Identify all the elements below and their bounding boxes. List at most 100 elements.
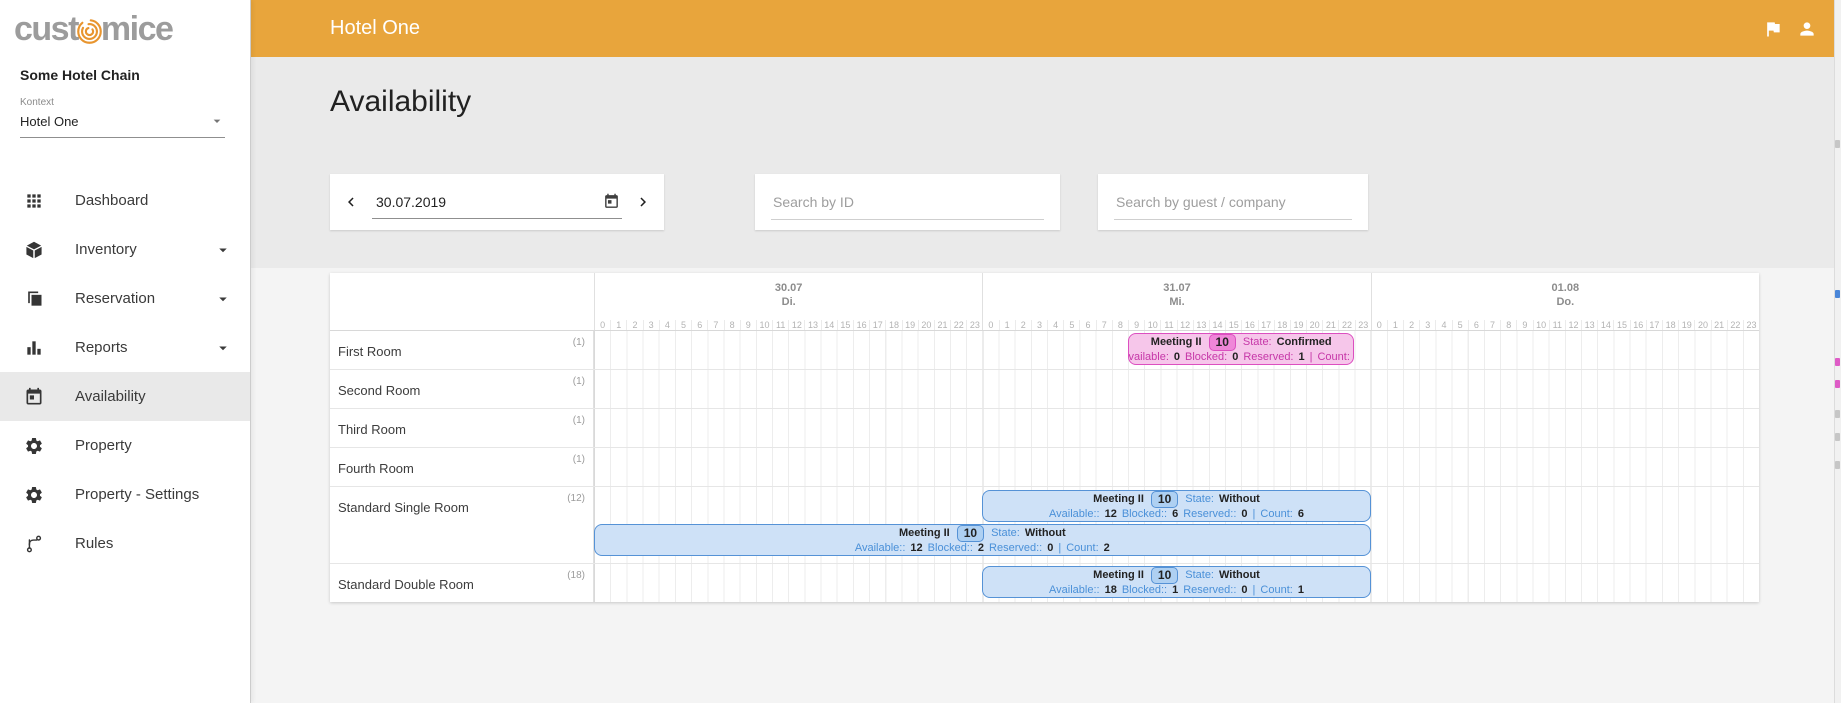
chain-name: Some Hotel Chain [0,57,250,83]
sidebar-item-property[interactable]: Property [0,421,250,470]
hour-strip: 01234567891011121314151617181920212223 [1372,316,1759,330]
hour-label: 21 [934,320,950,330]
calendar-icon[interactable] [603,193,620,210]
timeline-lane-area: Meeting II10State:WithoutAvailable::12Bl… [594,487,1759,563]
apps-icon [24,191,48,211]
timeline-lane-area: Meeting II10State:ConfirmedAvailable:0Bl… [594,331,1759,369]
gear-icon [24,436,48,456]
sidebar-item-label: Reports [75,339,214,356]
hour-label: 18 [885,320,901,330]
timeline-lane-area [594,370,1759,408]
event-title-line: Meeting II10State:Without [1093,491,1260,508]
event-title-line: Meeting II10State:Without [899,525,1066,542]
scrollbar[interactable] [1834,0,1841,703]
hour-label: 19 [902,320,918,330]
context-select-value: Hotel One [20,114,79,129]
availability-event[interactable]: Meeting II10State:WithoutAvailable::18Bl… [982,566,1370,598]
hour-label: 9 [1516,320,1532,330]
hour-label: 16 [1241,320,1257,330]
gear-icon [24,485,48,505]
copy-icon [24,289,48,309]
person-icon[interactable] [1797,19,1817,39]
logo-text-post: mice [101,12,173,46]
timeline-lane-area [594,448,1759,486]
search-id-input[interactable] [771,184,1044,220]
availability-event[interactable]: Meeting II10State:ConfirmedAvailable:0Bl… [1128,333,1355,365]
event-stats-line: Available::12Blocked::6Reserved::0|Count… [1049,508,1304,521]
topbar-icons [1763,19,1817,39]
sidebar-item-property-settings[interactable]: Property - Settings [0,470,250,519]
context-select-label: Kontext [20,97,230,108]
sidebar-item-dashboard[interactable]: Dashboard [0,176,250,225]
day-column-header: 01.08Do.01234567891011121314151617181920… [1371,273,1759,330]
hour-label: 17 [1646,320,1662,330]
room-name-cell: Standard Single Room(12) [330,487,594,563]
hour-label: 2 [626,320,642,330]
flag-icon[interactable] [1763,19,1783,39]
topbar: Hotel One [250,0,1841,57]
sidebar-item-reservation[interactable]: Reservation [0,274,250,323]
hour-label: 3 [643,320,659,330]
hour-label: 17 [1258,320,1274,330]
availability-event[interactable]: Meeting II10State:WithoutAvailable::12Bl… [594,524,1371,556]
availability-table: 30.07Di.01234567891011121314151617181920… [330,273,1759,602]
chevron-down-icon[interactable] [214,241,232,259]
event-count-badge: 10 [1151,567,1178,584]
date-field [372,185,622,219]
chevron-down-icon[interactable] [214,339,232,357]
event-state: Without [1219,493,1260,506]
table-row: Fourth Room(1) [330,448,1759,487]
timeline-lane-area [594,409,1759,447]
hour-label: 1 [610,320,626,330]
hour-label: 0 [1372,320,1387,330]
room-name-cell: Fourth Room(1) [330,448,594,486]
hour-label: 5 [1063,320,1079,330]
table-row: Standard Double Room(18) Meeting II10Stat… [330,564,1759,602]
date-input[interactable] [372,194,603,210]
calendar-icon [24,387,48,407]
hour-label: 6 [1079,320,1095,330]
availability-event[interactable]: Meeting II10State:WithoutAvailable::12Bl… [982,490,1370,522]
context-select[interactable]: Kontext Hotel One [0,83,250,138]
hour-label: 11 [1549,320,1565,330]
room-count-badge: (1) [573,415,585,426]
room-name-cell: Second Room(1) [330,370,594,408]
next-day-button[interactable] [634,193,652,211]
hour-label: 18 [1274,320,1290,330]
room-name-cell: Standard Double Room(18) [330,564,594,602]
event-title: Meeting II [1151,336,1202,349]
room-count-badge: (12) [567,493,585,504]
sidebar-item-rules[interactable]: Rules [0,519,250,568]
prev-day-button[interactable] [342,193,360,211]
room-column-header [330,273,594,330]
hour-label: 20 [1306,320,1322,330]
sidebar-item-reports[interactable]: Reports [0,323,250,372]
main-content: Availability [250,57,1841,703]
search-guest-input[interactable] [1114,184,1352,220]
branch-icon [24,534,48,554]
day-column-header: 31.07Mi.01234567891011121314151617181920… [982,273,1370,330]
chevron-down-icon[interactable] [214,290,232,308]
sidebar-item-inventory[interactable]: Inventory [0,225,250,274]
hour-label: 6 [1468,320,1484,330]
hour-label: 10 [756,320,772,330]
hour-label: 14 [821,320,837,330]
event-title-line: Meeting II10State:Without [1093,567,1260,584]
sidebar-item-label: Inventory [75,241,214,258]
sidebar: cust mice Some Hotel Chain Kontext Hotel… [0,0,251,703]
hour-label: 9 [740,320,756,330]
hour-label: 20 [918,320,934,330]
day-label: 30.07Di. [595,273,982,310]
sidebar-item-label: Reservation [75,290,214,307]
hour-label: 15 [1225,320,1241,330]
room-count-badge: (1) [573,376,585,387]
hour-label: 19 [1290,320,1306,330]
hour-label: 23 [966,320,982,330]
hour-label: 8 [1112,320,1128,330]
chevron-down-icon[interactable] [209,113,225,129]
event-count-badge: 10 [1151,491,1178,508]
hour-label: 23 [1743,320,1759,330]
sidebar-item-availability[interactable]: Availability [0,372,250,421]
toolbar [330,174,1368,230]
day-column-header: 30.07Di.01234567891011121314151617181920… [594,273,982,330]
